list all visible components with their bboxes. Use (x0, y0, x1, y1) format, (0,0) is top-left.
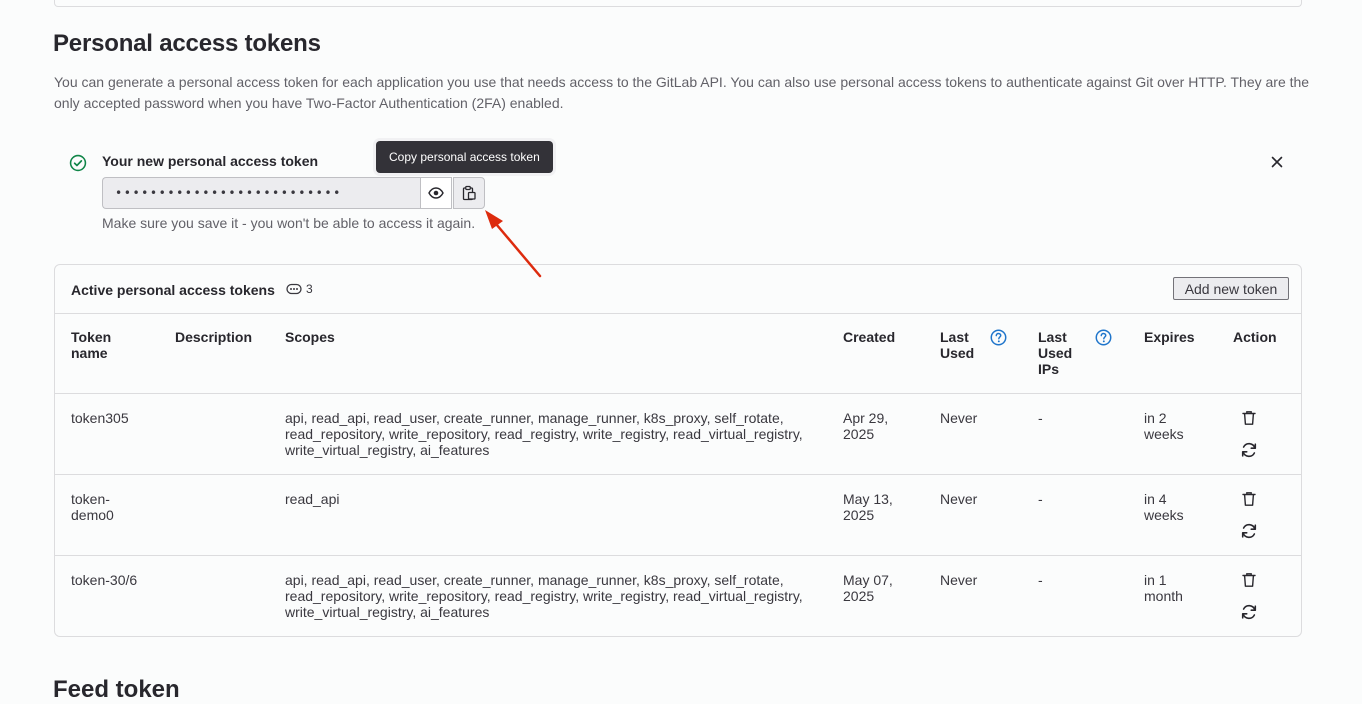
token-last-used-ips: - (1038, 491, 1043, 507)
column-header-last-used-ips[interactable]: Last Used IPs (1038, 329, 1080, 377)
rotate-token-button[interactable] (1239, 521, 1259, 541)
reveal-token-button[interactable] (420, 177, 452, 209)
token-last-used: Never (940, 410, 978, 426)
token-name: token-demo0 (71, 491, 114, 523)
revoke-token-button[interactable] (1239, 408, 1259, 428)
new-token-alert: Your new personal access token •••••••••… (54, 140, 1300, 240)
column-header-created[interactable]: Created (843, 329, 913, 345)
token-last-used: Never (940, 572, 978, 588)
feed-token-title: Feed token (53, 676, 180, 703)
question-circle-icon[interactable] (990, 329, 1007, 346)
token-name: token305 (71, 410, 129, 426)
token-expires: in 4 weeks (1144, 491, 1184, 523)
column-header-token-name[interactable]: Token name (71, 329, 131, 361)
copy-token-button[interactable] (453, 177, 485, 209)
token-scopes: api, read_api, read_user, create_runner,… (285, 572, 803, 620)
token-count: 3 (306, 282, 313, 296)
rotate-token-button[interactable] (1239, 602, 1259, 622)
token-icon (286, 283, 302, 295)
close-icon (1271, 156, 1283, 168)
trash-icon (1242, 411, 1256, 425)
token-value-field[interactable]: •••••••••••••••••••••••••• (102, 177, 420, 209)
rotate-token-button[interactable] (1239, 440, 1259, 460)
column-header-last-used[interactable]: Last Used (940, 329, 982, 361)
new-token-help: Make sure you save it - you won't be abl… (102, 215, 476, 231)
token-created: Apr 29, 2025 (843, 410, 889, 442)
retry-icon (1241, 442, 1257, 458)
clipboard-icon (462, 185, 476, 201)
trash-icon (1242, 492, 1256, 506)
previous-section-card (54, 0, 1302, 7)
token-expires: in 2 weeks (1144, 410, 1184, 442)
column-header-description[interactable]: Description (175, 329, 265, 345)
eye-icon (428, 187, 444, 199)
revoke-token-button[interactable] (1239, 489, 1259, 509)
table-row: token-30/6 api, read_api, read_user, cre… (55, 556, 1301, 636)
card-title: Active personal access tokens (71, 282, 275, 298)
table-row: token305 api, read_api, read_user, creat… (55, 394, 1301, 475)
column-header-expires[interactable]: Expires (1144, 329, 1204, 345)
dismiss-alert-button[interactable] (1267, 152, 1287, 172)
page-title: Personal access tokens (53, 30, 321, 57)
revoke-token-button[interactable] (1239, 570, 1259, 590)
token-name: token-30/6 (71, 572, 138, 588)
retry-icon (1241, 523, 1257, 539)
add-new-token-button[interactable]: Add new token (1173, 277, 1289, 300)
table-row: token-demo0 read_api May 13, 2025 Never … (55, 475, 1301, 556)
token-scopes: api, read_api, read_user, create_runner,… (285, 410, 803, 458)
token-last-used-ips: - (1038, 572, 1043, 588)
copy-token-tooltip: Copy personal access token (376, 141, 553, 173)
token-created: May 07, 2025 (843, 572, 893, 604)
question-circle-icon[interactable] (1095, 329, 1112, 346)
page-description: You can generate a personal access token… (54, 74, 1310, 111)
token-created: May 13, 2025 (843, 491, 893, 523)
active-tokens-card: Active personal access tokens 3 Add new … (54, 264, 1302, 637)
token-expires: in 1 month (1144, 572, 1183, 604)
column-header-action: Action (1233, 329, 1277, 345)
column-header-scopes[interactable]: Scopes (285, 329, 365, 345)
card-header: Active personal access tokens 3 Add new … (55, 265, 1301, 314)
token-last-used: Never (940, 491, 978, 507)
check-circle-icon (69, 154, 87, 172)
trash-icon (1242, 573, 1256, 587)
token-scopes: read_api (285, 491, 340, 507)
token-count-badge: 3 (286, 282, 313, 296)
retry-icon (1241, 604, 1257, 620)
token-last-used-ips: - (1038, 410, 1043, 426)
new-token-title: Your new personal access token (102, 153, 319, 169)
